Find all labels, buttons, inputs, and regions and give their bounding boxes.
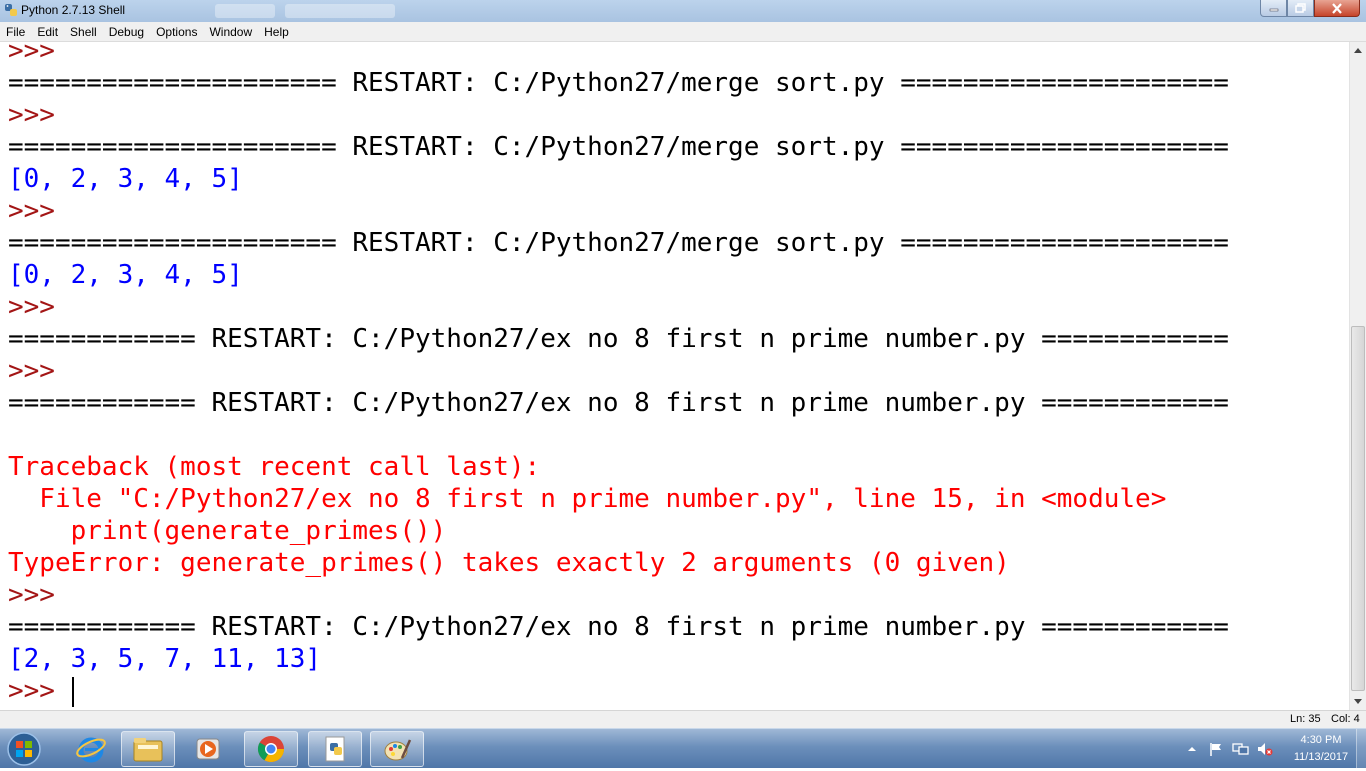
chevron-down-icon bbox=[1354, 699, 1362, 704]
menu-edit[interactable]: Edit bbox=[31, 22, 64, 41]
start-orb-icon bbox=[7, 732, 41, 766]
chrome-icon bbox=[257, 736, 285, 763]
clock-time[interactable]: 4:30 PM bbox=[1286, 734, 1356, 746]
taskbar-paint[interactable] bbox=[370, 731, 424, 767]
shell-line: ============ RESTART: C:/Python27/ex no … bbox=[8, 612, 1229, 642]
shell-line: ===================== RESTART: C:/Python… bbox=[8, 68, 1229, 98]
vertical-scrollbar[interactable] bbox=[1349, 42, 1366, 710]
menu-options[interactable]: Options bbox=[150, 22, 203, 41]
shell-line: File "C:/Python27/ex no 8 first n prime … bbox=[8, 484, 1167, 514]
status-line-number: Ln: 35 bbox=[1290, 713, 1321, 725]
shell-line: TypeError: generate_primes() takes exact… bbox=[8, 548, 1010, 578]
show-hidden-icons-icon[interactable] bbox=[1186, 743, 1198, 755]
menu-file[interactable]: File bbox=[0, 22, 31, 41]
menu-bar: File Edit Shell Debug Options Window Hel… bbox=[0, 22, 1366, 42]
shell-line: ============ RESTART: C:/Python27/ex no … bbox=[8, 388, 1229, 418]
volume-muted-icon[interactable] bbox=[1256, 741, 1274, 757]
taskbar-python-shell[interactable] bbox=[308, 731, 362, 767]
restore-icon bbox=[1295, 3, 1306, 13]
background-tab-ghost bbox=[215, 4, 275, 18]
shell-line: ===================== RESTART: C:/Python… bbox=[8, 132, 1229, 162]
background-tab-ghost bbox=[285, 4, 395, 18]
title-bar: Python 2.7.13 Shell bbox=[0, 0, 1366, 23]
start-button[interactable] bbox=[4, 731, 44, 767]
menu-help[interactable]: Help bbox=[258, 22, 295, 41]
shell-line: >>> bbox=[8, 676, 71, 706]
taskbar-media-player[interactable] bbox=[181, 731, 235, 767]
show-desktop-button[interactable] bbox=[1356, 729, 1366, 769]
minimize-button[interactable] bbox=[1260, 0, 1287, 17]
taskbar-internet-explorer[interactable] bbox=[64, 731, 118, 767]
status-column-number: Col: 4 bbox=[1331, 713, 1360, 725]
close-button[interactable] bbox=[1314, 0, 1360, 17]
file-explorer-icon bbox=[133, 738, 163, 762]
taskbar: 4:30 PM 11/13/2017 bbox=[0, 728, 1366, 769]
shell-line: ============ RESTART: C:/Python27/ex no … bbox=[8, 324, 1229, 354]
shell-line: >>> bbox=[8, 100, 55, 130]
scroll-up-button[interactable] bbox=[1350, 42, 1366, 59]
scroll-thumb[interactable] bbox=[1351, 326, 1365, 691]
python-app-icon bbox=[5, 4, 17, 16]
restore-button[interactable] bbox=[1287, 0, 1314, 17]
python-file-icon bbox=[325, 736, 345, 762]
scroll-down-button[interactable] bbox=[1350, 693, 1366, 710]
menu-debug[interactable]: Debug bbox=[103, 22, 150, 41]
system-tray bbox=[1186, 729, 1274, 769]
action-center-flag-icon[interactable] bbox=[1208, 741, 1224, 757]
taskbar-file-explorer[interactable] bbox=[121, 731, 175, 767]
shell-line: >>> bbox=[8, 356, 55, 386]
taskbar-chrome[interactable] bbox=[244, 731, 298, 767]
status-bar: Ln: 35 Col: 4 bbox=[0, 710, 1366, 728]
shell-line: [2, 3, 5, 7, 11, 13] bbox=[8, 644, 322, 674]
window-title: Python 2.7.13 Shell bbox=[21, 3, 126, 17]
media-player-icon bbox=[196, 738, 220, 760]
shell-line: >>> bbox=[8, 292, 55, 322]
paint-icon bbox=[384, 739, 412, 761]
shell-line: >>> bbox=[8, 580, 55, 610]
internet-explorer-icon bbox=[76, 737, 106, 763]
menu-window[interactable]: Window bbox=[203, 22, 258, 41]
chevron-up-icon bbox=[1354, 48, 1362, 53]
shell-text-area[interactable]: >>> ===================== RESTART: C:/Py… bbox=[0, 42, 1349, 710]
shell-line: >>> bbox=[8, 196, 55, 226]
shell-line: Traceback (most recent call last): bbox=[8, 452, 541, 482]
clock-date[interactable]: 11/13/2017 bbox=[1286, 751, 1356, 763]
menu-shell[interactable]: Shell bbox=[64, 22, 103, 41]
minimize-icon bbox=[1269, 8, 1278, 12]
shell-line: [0, 2, 3, 4, 5] bbox=[8, 164, 243, 194]
shell-line: ===================== RESTART: C:/Python… bbox=[8, 228, 1229, 258]
text-cursor bbox=[72, 677, 74, 707]
shell-line: >>> bbox=[8, 42, 55, 66]
shell-line: [0, 2, 3, 4, 5] bbox=[8, 260, 243, 290]
close-icon bbox=[1332, 2, 1342, 14]
shell-line: print(generate_primes()) bbox=[8, 516, 447, 546]
network-icon[interactable] bbox=[1232, 741, 1250, 757]
window-controls bbox=[1260, 0, 1360, 19]
